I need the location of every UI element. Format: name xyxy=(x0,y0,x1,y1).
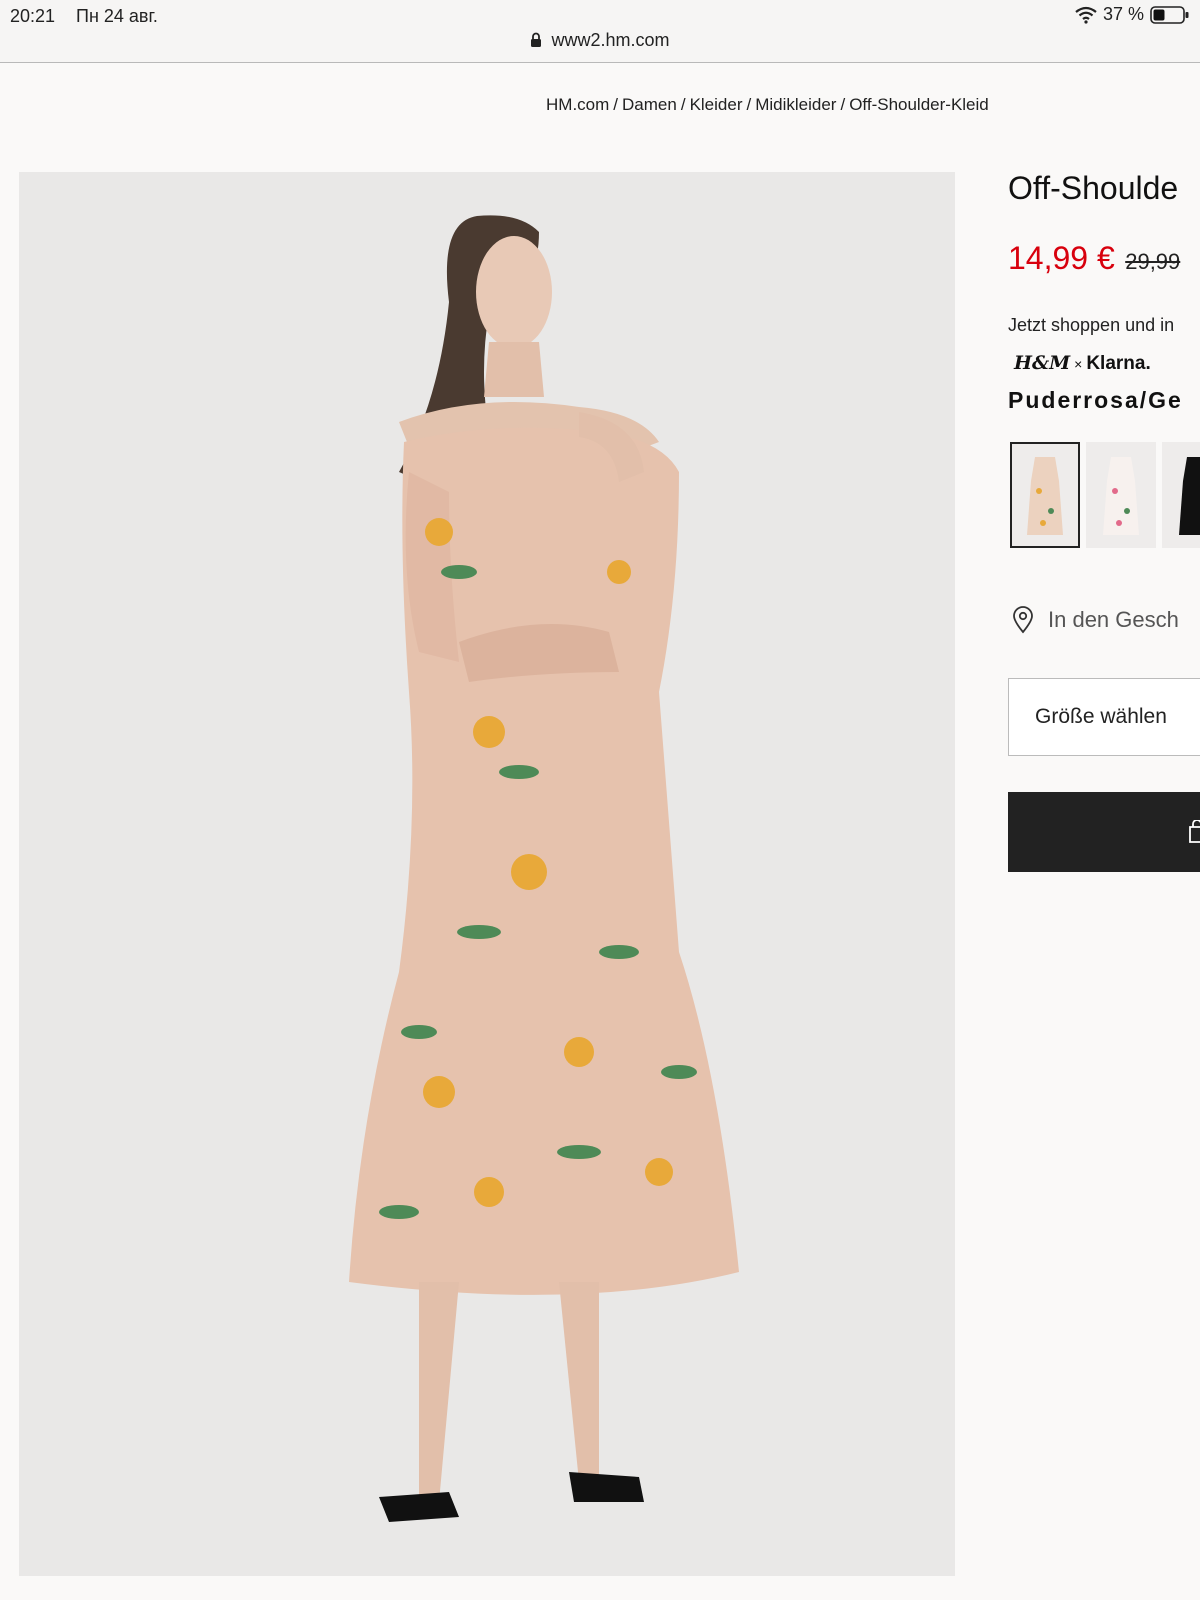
find-in-store[interactable]: In den Gesch xyxy=(1012,606,1179,634)
hm-logo: H&M xyxy=(1014,352,1071,374)
klarna-promo-text: Jetzt shoppen und in xyxy=(1008,315,1175,335)
size-select[interactable]: Größe wählen xyxy=(1008,678,1200,756)
color-swatches xyxy=(1010,442,1200,548)
dress-thumbnail xyxy=(1103,457,1139,535)
add-to-cart-button[interactable] xyxy=(1008,792,1200,872)
breadcrumb-midikleider[interactable]: Midikleider xyxy=(755,95,836,114)
status-time: 20:21 xyxy=(10,6,56,26)
breadcrumb-home[interactable]: HM.com xyxy=(546,95,609,114)
location-pin-icon xyxy=(1013,606,1033,634)
breadcrumb-separator: / xyxy=(840,95,846,114)
breadcrumb-damen[interactable]: Damen xyxy=(622,95,677,114)
product-title: Off-Shoulde xyxy=(1008,170,1179,206)
shopping-bag-icon xyxy=(1189,820,1200,843)
klarna-x: × xyxy=(1074,356,1083,372)
address-bar[interactable]: www2.hm.com xyxy=(0,30,1200,51)
original-price: 29,99 xyxy=(1125,249,1181,274)
product-info-panel: Off-Shoulde 14,99 € 29,99 Jetzt shoppen … xyxy=(1008,170,1200,890)
product-image[interactable] xyxy=(19,172,955,1576)
dress-thumbnail xyxy=(1027,457,1063,535)
breadcrumb-separator: / xyxy=(680,95,686,114)
klarna-name: Klarna. xyxy=(1086,353,1151,374)
swatch-rose-floral[interactable] xyxy=(1010,442,1080,548)
breadcrumb-separator: / xyxy=(746,95,752,114)
browser-status-bar: 20:21 Пн 24 авг. 37 % www2.hm.com xyxy=(0,0,1200,63)
dress-thumbnail xyxy=(1179,457,1200,535)
size-select-label: Größe wählen xyxy=(1035,705,1167,728)
status-date: Пн 24 авг. xyxy=(76,6,158,26)
breadcrumb-kleider[interactable]: Kleider xyxy=(690,95,743,114)
status-indicators: 37 % xyxy=(1075,4,1190,25)
price-row: 14,99 € 29,99 xyxy=(1008,240,1180,277)
breadcrumb-current: Off-Shoulder-Kleid xyxy=(849,95,989,114)
url-text: www2.hm.com xyxy=(551,30,670,50)
battery-percent: 37 % xyxy=(1102,4,1144,24)
breadcrumb: HM.com / Damen / Kleider / Midikleider / Off-Sho… xyxy=(546,95,989,115)
battery-icon xyxy=(1150,5,1189,24)
breadcrumb-separator: / xyxy=(613,95,619,114)
wifi-icon xyxy=(1075,6,1097,24)
model-dress-illustration xyxy=(349,215,739,1522)
swatch-black[interactable] xyxy=(1162,442,1200,548)
sale-price: 14,99 € xyxy=(1008,240,1115,276)
store-availability-text: In den Gesch xyxy=(1048,607,1179,632)
lock-icon xyxy=(531,32,542,47)
color-name: Puderrosa/Ge xyxy=(1008,387,1183,413)
klarna-logo: H&M × Klarna. xyxy=(1014,352,1151,375)
swatch-white-floral[interactable] xyxy=(1086,442,1156,548)
